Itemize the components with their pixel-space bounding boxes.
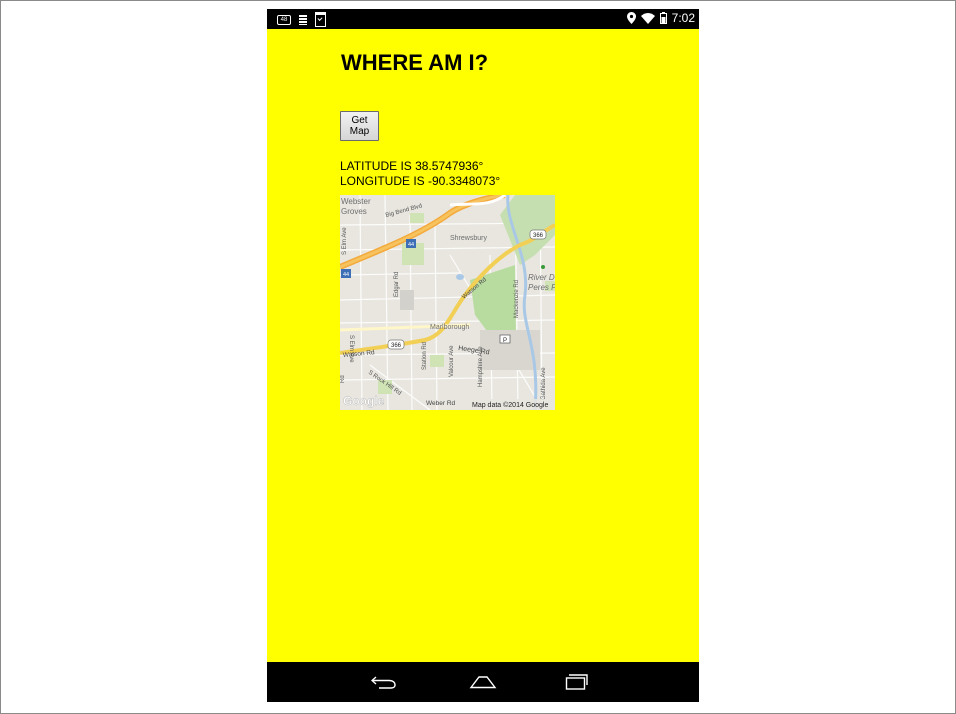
map-label-gathida-ave: Gathida Ave: [541, 367, 547, 400]
status-bar: 48 7:02: [267, 9, 699, 29]
map-label-s-elm-ave: S Elm Ave: [348, 335, 354, 363]
map-label-route-44-a: 44: [408, 242, 414, 248]
page-title: WHERE AM I?: [341, 50, 489, 75]
clipboard-check-icon: [315, 12, 326, 27]
map-graphic: Webster Groves Big Bend Blvd Shrewsbury …: [340, 195, 555, 410]
wifi-icon: [640, 12, 655, 24]
latitude-text: LATITUDE IS 38.5747936°: [340, 159, 484, 173]
recents-button[interactable]: [561, 670, 593, 694]
back-button[interactable]: [368, 670, 400, 694]
map-label-webster: Webster: [341, 197, 371, 206]
longitude-text: LONGITUDE IS -90.3348073°: [340, 174, 501, 188]
map-label-mackenzie-rd: Mackenzie Rd: [514, 280, 520, 318]
home-icon: [469, 676, 497, 689]
map-label-parking: P: [503, 338, 507, 344]
google-logo: Google: [343, 394, 385, 408]
status-right-icons: 7:02: [626, 11, 695, 25]
coordinates-block: LATITUDE IS 38.5747936° LONGITUDE IS -90…: [340, 159, 500, 189]
map-label-route-366-top: 366: [533, 233, 544, 239]
map-label-valcour-ave: Valcour Ave: [449, 345, 455, 377]
status-left-icons: 48: [277, 12, 326, 27]
location-pin-icon: [626, 12, 636, 24]
map-label-route-44-b: 44: [343, 272, 349, 278]
battery-icon: [659, 12, 667, 24]
status-time: 7:02: [671, 11, 695, 25]
bars-icon: [299, 14, 307, 25]
map-label-hampshire-ave: Hampshire Ave: [478, 346, 484, 387]
get-map-button[interactable]: Get Map: [340, 111, 379, 141]
map-label-station-rd: Station Rd: [422, 342, 428, 370]
map-label-weber-rd: Weber Rd: [426, 400, 456, 407]
device-screen: 48 7:02 WHERE AM I? Get Map LATITUDE IS …: [267, 9, 699, 702]
map-label-s-elm-ave-top: S Elm Ave: [342, 227, 348, 255]
recents-icon: [565, 674, 588, 690]
map-image: Webster Groves Big Bend Blvd Shrewsbury …: [340, 195, 555, 410]
map-attribution: Map data ©2014 Google: [472, 401, 548, 409]
map-label-groves: Groves: [341, 207, 367, 216]
navigation-bar: [267, 662, 699, 702]
notification-badge-icon: 48: [277, 14, 291, 25]
map-label-rd-left: Rd: [340, 375, 346, 383]
map-label-route-366: 366: [391, 343, 402, 349]
map-label-edgar-rd: Edgar Rd: [394, 272, 400, 297]
home-button[interactable]: [467, 670, 499, 694]
map-label-river-des: River De: [528, 273, 555, 282]
map-label-marlborough: Marlborough: [430, 324, 469, 331]
map-label-shrewsbury: Shrewsbury: [450, 235, 487, 242]
back-icon: [371, 676, 396, 689]
map-label-peres-pa: Peres Pa: [528, 283, 555, 292]
